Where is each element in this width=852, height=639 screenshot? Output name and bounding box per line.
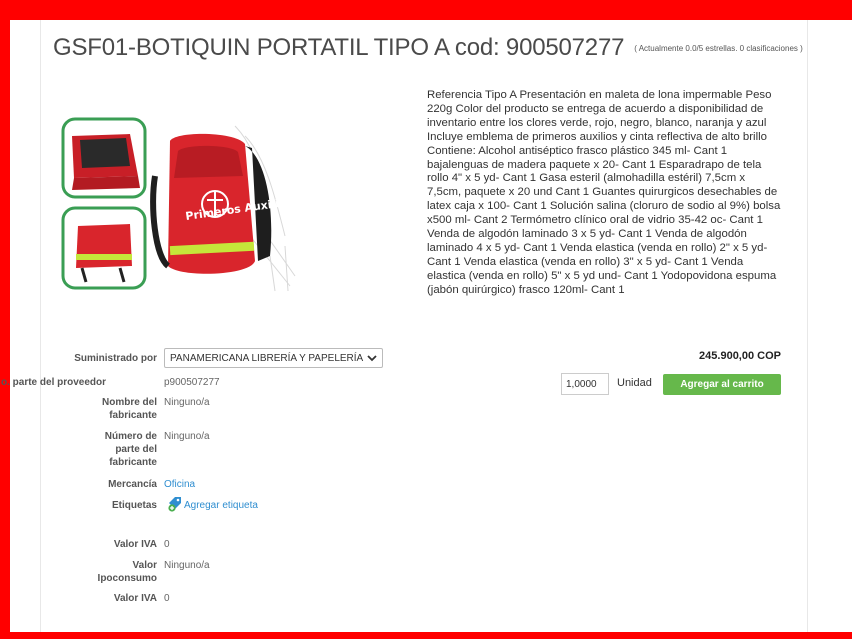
thumbnail-open-bag[interactable] — [61, 117, 147, 199]
ipoconsumo-label: Valor Ipoconsumo — [97, 560, 157, 584]
rating-summary: ( Actualmente 0.0/5 estrellas. 0 clasifi… — [634, 44, 803, 54]
iva-label: Valor IVA — [113, 539, 157, 550]
unit-label: Unidad — [617, 377, 652, 389]
page-panel: GSF01-BOTIQUIN PORTATIL TIPO A cod: 9005… — [1, 20, 852, 632]
supplier-part-value: p900507277 — [164, 377, 220, 388]
merchandise-label: Mercancía — [108, 479, 157, 490]
maker-part-value: Ninguno/a — [164, 431, 210, 442]
iva-label-2: Valor IVA — [113, 593, 157, 604]
add-to-cart-button[interactable]: Agregar al carrito — [663, 374, 781, 395]
chevron-down-icon — [367, 355, 377, 362]
add-tag-link[interactable]: Agregar etiqueta — [184, 499, 258, 512]
supplier-select[interactable]: PANAMERICANA LIBRERÍA Y PAPELERÍA — [164, 348, 383, 368]
maker-name-value: Ninguno/a — [164, 397, 210, 408]
add-tag-icon[interactable] — [167, 496, 183, 512]
merchandise-link[interactable]: Oficina — [164, 478, 195, 491]
iva-value: 0 — [164, 539, 170, 550]
product-card: GSF01-BOTIQUIN PORTATIL TIPO A cod: 9005… — [1, 20, 808, 632]
ipoconsumo-value: Ninguno/a — [164, 560, 210, 571]
product-image[interactable]: Primeros Auxilios — [60, 116, 300, 296]
supplier-part-label: o. parte del proveedor — [1, 377, 107, 388]
tags-label: Etiquetas — [111, 500, 157, 511]
product-title: GSF01-BOTIQUIN PORTATIL TIPO A cod: 9005… — [53, 34, 803, 61]
product-description: Referencia Tipo A Presentación en maleta… — [427, 89, 781, 296]
thumbnail-side-bag[interactable] — [61, 206, 147, 290]
iva-value-2: 0 — [164, 593, 170, 604]
quantity-input[interactable]: 1,0000 — [561, 373, 609, 395]
product-price: 245.900,00 COP — [699, 350, 781, 362]
supplier-select-value: PANAMERICANA LIBRERÍA Y PAPELERÍA — [170, 353, 364, 364]
supplier-label: Suministrado por — [74, 353, 157, 364]
maker-part-label: Número de parte del fabricante — [104, 431, 157, 468]
maker-name-label: Nombre del fabricante — [101, 397, 157, 421]
